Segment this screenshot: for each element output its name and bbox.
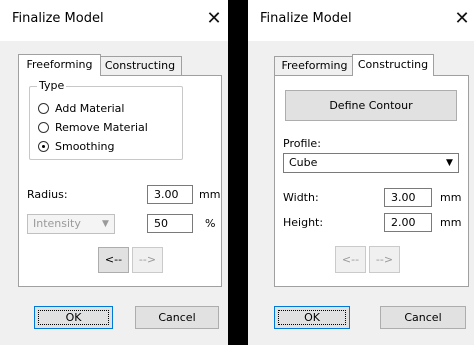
profile-select[interactable]: Cube ▼ [283, 153, 459, 173]
intensity-select-value: Intensity [33, 217, 81, 230]
width-input[interactable]: 3.00 [384, 188, 432, 207]
radio-button-selected-icon [38, 141, 49, 152]
radius-unit: mm [199, 188, 221, 201]
close-icon[interactable]: ✕ [202, 7, 226, 31]
tab-panel-constructing: Define Contour Profile: Cube ▼ Width: 3.… [274, 75, 469, 287]
type-group: Type Add Material Remove Material Smooth… [29, 79, 183, 160]
dialog-title: Finalize Model [260, 11, 352, 26]
prev-button[interactable]: <-- [98, 247, 129, 273]
ok-button[interactable]: OK [274, 306, 350, 329]
tab-freeforming[interactable]: Freeforming [274, 56, 355, 75]
intensity-select[interactable]: Intensity ▼ [27, 214, 115, 234]
prev-button[interactable]: <-- [335, 246, 366, 273]
radio-label: Smoothing [55, 140, 115, 153]
next-button[interactable]: --> [369, 246, 400, 273]
intensity-input[interactable]: 50 [147, 214, 193, 233]
radius-label: Radius: [27, 188, 68, 201]
height-unit: mm [440, 216, 462, 229]
chevron-down-icon: ▼ [446, 158, 453, 168]
cancel-button[interactable]: Cancel [380, 306, 466, 329]
profile-select-value: Cube [289, 156, 318, 169]
next-button[interactable]: --> [132, 247, 163, 273]
finalize-model-dialog-freeforming: Finalize Model ✕ Freeforming Constructin… [0, 0, 228, 345]
title-bar: Finalize Model ✕ [248, 0, 474, 41]
type-group-legend: Type [37, 79, 67, 92]
width-label: Width: [283, 191, 319, 204]
radio-label: Remove Material [55, 121, 148, 134]
radio-button-icon [38, 122, 49, 133]
cancel-button[interactable]: Cancel [135, 306, 219, 329]
define-contour-button[interactable]: Define Contour [285, 90, 457, 121]
finalize-model-dialog-constructing: Finalize Model ✕ Freeforming Constructin… [248, 0, 474, 345]
tab-constructing[interactable]: Constructing [352, 54, 434, 76]
intensity-unit: % [205, 217, 216, 230]
ok-button[interactable]: OK [34, 306, 113, 329]
title-bar: Finalize Model ✕ [0, 0, 228, 41]
separator [228, 0, 248, 345]
profile-label: Profile: [283, 137, 321, 150]
width-unit: mm [440, 191, 462, 204]
tab-freeforming[interactable]: Freeforming [18, 54, 101, 76]
dialog-title: Finalize Model [12, 11, 104, 26]
radius-input[interactable]: 3.00 [147, 185, 193, 204]
height-input[interactable]: 2.00 [384, 213, 432, 232]
tab-panel-freeforming: Type Add Material Remove Material Smooth… [18, 75, 222, 287]
height-label: Height: [283, 216, 324, 229]
tab-constructing[interactable]: Constructing [98, 56, 182, 75]
close-icon[interactable]: ✕ [450, 7, 474, 31]
radio-label: Add Material [55, 102, 125, 115]
radio-button-icon [38, 103, 49, 114]
chevron-down-icon: ▼ [102, 219, 109, 229]
